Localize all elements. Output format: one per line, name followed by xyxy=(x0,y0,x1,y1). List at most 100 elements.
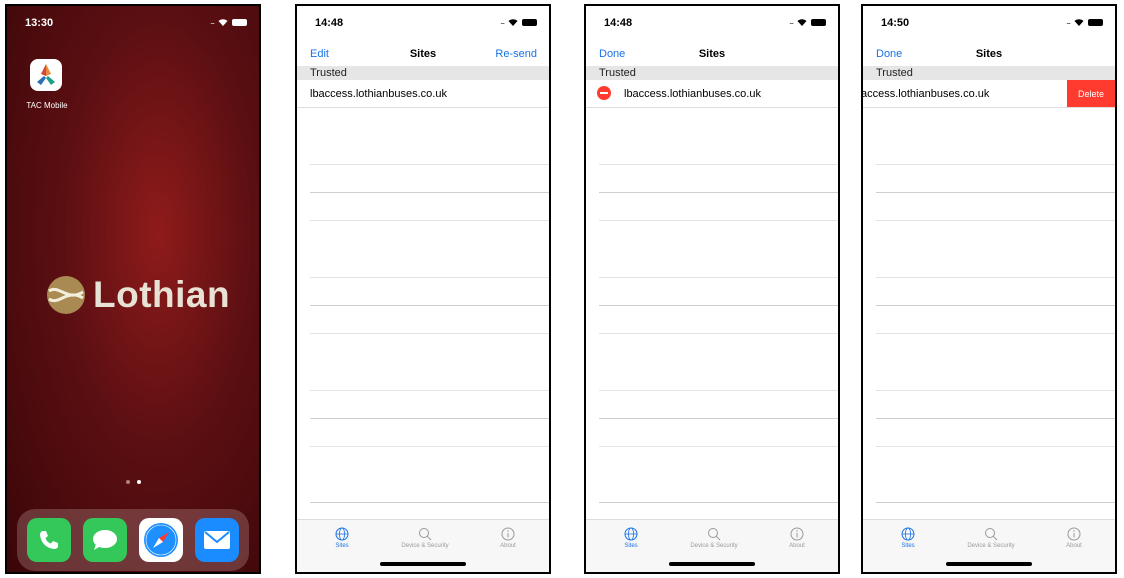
cellular-icon: .... xyxy=(789,18,794,26)
status-bar: 13:30 .... xyxy=(7,6,259,40)
cellular-icon: .... xyxy=(500,18,505,26)
tab-device-security[interactable]: Device & Security xyxy=(956,527,1026,549)
battery-icon xyxy=(1088,18,1103,26)
wifi-icon xyxy=(797,19,807,26)
safari-icon[interactable] xyxy=(139,518,183,562)
sites-edit-screen: 14:48 .... Done Sites Trusted lbaccess.l… xyxy=(584,4,840,574)
battery-icon xyxy=(811,18,826,26)
separator xyxy=(310,220,549,221)
wallpaper-brand-text: Lothian xyxy=(93,274,231,315)
separator xyxy=(310,305,549,306)
cellular-icon: .... xyxy=(1066,18,1071,26)
mail-icon[interactable] xyxy=(195,518,239,562)
site-row[interactable]: access.lothianbuses.co.uk Delete xyxy=(863,80,1115,108)
wifi-icon xyxy=(508,19,518,26)
done-button[interactable]: Done xyxy=(876,48,902,60)
separator xyxy=(876,446,1115,447)
status-indicators: .... xyxy=(1066,18,1103,26)
sites-screen: 14:48 .... Edit Sites Re-send Trusted lb… xyxy=(295,4,551,574)
status-time: 14:50 xyxy=(881,17,910,29)
separator xyxy=(876,418,1115,419)
separator xyxy=(599,333,838,334)
info-icon xyxy=(1067,527,1081,541)
home-indicator[interactable] xyxy=(946,562,1032,566)
tab-bar: Sites Device & Security About xyxy=(863,519,1115,572)
separator xyxy=(876,220,1115,221)
done-button[interactable]: Done xyxy=(599,48,625,60)
wifi-icon xyxy=(218,19,228,26)
delete-button[interactable]: Delete xyxy=(1067,80,1115,107)
edit-button[interactable]: Edit xyxy=(310,48,329,60)
tab-about[interactable]: About xyxy=(1039,527,1109,549)
wifi-icon xyxy=(1074,19,1084,26)
separator xyxy=(310,446,549,447)
tab-label: Device & Security xyxy=(967,543,1015,549)
tab-label: Sites xyxy=(335,543,349,549)
separator xyxy=(599,277,838,278)
separator xyxy=(310,192,549,193)
separator xyxy=(310,277,549,278)
tab-sites[interactable]: Sites xyxy=(873,527,943,549)
info-icon xyxy=(501,527,515,541)
globe-icon xyxy=(335,527,349,541)
page-dot xyxy=(125,480,130,484)
info-icon xyxy=(790,527,804,541)
cellular-icon: .... xyxy=(210,18,215,26)
search-icon xyxy=(419,528,432,541)
page-dot-current xyxy=(136,480,141,484)
home-indicator[interactable] xyxy=(669,562,755,566)
tab-label: Sites xyxy=(901,543,915,549)
status-time: 14:48 xyxy=(315,17,344,29)
status-bar: 14:48 .... xyxy=(586,6,838,40)
site-row[interactable]: lbaccess.lothianbuses.co.uk xyxy=(586,80,838,108)
home-indicator[interactable] xyxy=(380,562,466,566)
phone-icon[interactable] xyxy=(27,518,71,562)
tab-device-security[interactable]: Device & Security xyxy=(679,527,749,549)
tac-mobile-app-icon[interactable] xyxy=(30,59,62,91)
tab-about[interactable]: About xyxy=(762,527,832,549)
tab-label: Device & Security xyxy=(401,543,449,549)
resend-button[interactable]: Re-send xyxy=(495,48,537,60)
separator xyxy=(599,446,838,447)
tab-label: About xyxy=(500,543,516,549)
section-header: Trusted xyxy=(863,66,1115,80)
tab-device-security[interactable]: Device & Security xyxy=(390,527,460,549)
status-indicators: .... xyxy=(789,18,826,26)
status-indicators: .... xyxy=(210,18,247,26)
app-label: TAC Mobile xyxy=(26,101,68,110)
tab-bar: Sites Device & Security About xyxy=(297,519,549,572)
delete-minus-icon[interactable] xyxy=(597,86,611,100)
separator xyxy=(876,390,1115,391)
messages-icon[interactable] xyxy=(83,518,127,562)
status-bar: 14:48 .... xyxy=(297,6,549,40)
tab-sites[interactable]: Sites xyxy=(596,527,666,549)
tab-label: Sites xyxy=(624,543,638,549)
battery-icon xyxy=(232,18,247,26)
separator xyxy=(599,192,838,193)
section-header: Trusted xyxy=(297,66,549,80)
section-header: Trusted xyxy=(586,66,838,80)
separator xyxy=(599,502,838,503)
globe-icon xyxy=(901,527,915,541)
page-indicator[interactable] xyxy=(7,480,259,484)
search-icon xyxy=(985,528,998,541)
separator xyxy=(310,390,549,391)
dock xyxy=(17,509,249,571)
tab-bar: Sites Device & Security About xyxy=(586,519,838,572)
status-indicators: .... xyxy=(500,18,537,26)
separator xyxy=(876,305,1115,306)
status-bar: 14:50 .... xyxy=(863,6,1115,40)
site-row[interactable]: lbaccess.lothianbuses.co.uk xyxy=(297,80,549,108)
site-url: lbaccess.lothianbuses.co.uk xyxy=(624,88,761,100)
lothian-logo: Lothian xyxy=(45,274,230,316)
site-url: lbaccess.lothianbuses.co.uk xyxy=(310,88,447,100)
status-time: 14:48 xyxy=(604,17,633,29)
separator xyxy=(599,164,838,165)
tab-sites[interactable]: Sites xyxy=(307,527,377,549)
status-time: 13:30 xyxy=(25,17,54,29)
globe-icon xyxy=(624,527,638,541)
separator xyxy=(599,390,838,391)
tab-about[interactable]: About xyxy=(473,527,543,549)
search-icon xyxy=(708,528,721,541)
separator xyxy=(310,418,549,419)
